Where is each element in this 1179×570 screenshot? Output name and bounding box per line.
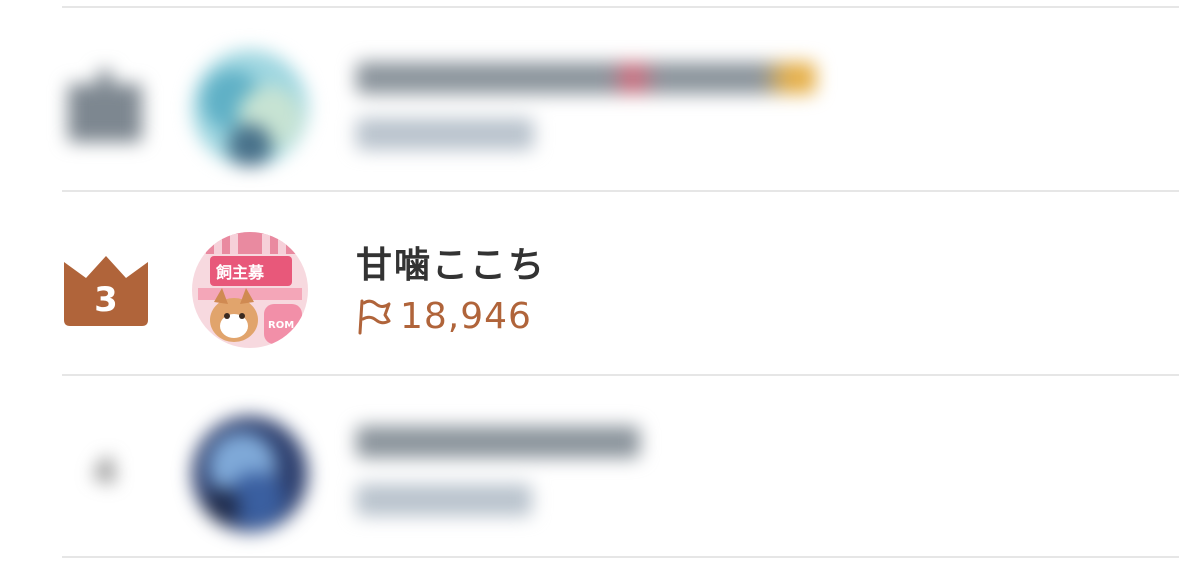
ranking-row-2[interactable]: [0, 10, 1179, 190]
rank-number: 3: [94, 280, 118, 320]
divider: [62, 556, 1179, 558]
ranking-list: 3 飼主募 ROM 甘噛ここち 18,946 4: [0, 0, 1179, 570]
rank-badge: [62, 70, 148, 155]
follower-count: 18,946: [400, 296, 532, 337]
divider: [62, 6, 1179, 8]
blurred-count: [356, 118, 534, 150]
follower-count-line: 18,946: [356, 296, 532, 337]
user-avatar[interactable]: [192, 416, 308, 532]
flag-icon: [358, 299, 391, 334]
blurred-username: [356, 426, 640, 458]
divider: [62, 374, 1179, 376]
svg-text:ROM: ROM: [268, 320, 294, 331]
user-avatar[interactable]: [192, 50, 308, 166]
user-avatar[interactable]: 飼主募 ROM: [192, 232, 308, 348]
rank-number: 4: [93, 452, 117, 492]
divider: [62, 190, 1179, 192]
svg-text:飼主募: 飼主募: [215, 263, 265, 282]
blurred-username: [356, 62, 816, 94]
blurred-count: [356, 484, 532, 516]
username[interactable]: 甘噛ここち: [356, 236, 546, 288]
ranking-row-3[interactable]: 3 飼主募 ROM 甘噛ここち 18,946: [0, 196, 1179, 376]
rank-badge: 3: [62, 256, 152, 326]
ranking-row-4[interactable]: 4: [0, 380, 1179, 560]
